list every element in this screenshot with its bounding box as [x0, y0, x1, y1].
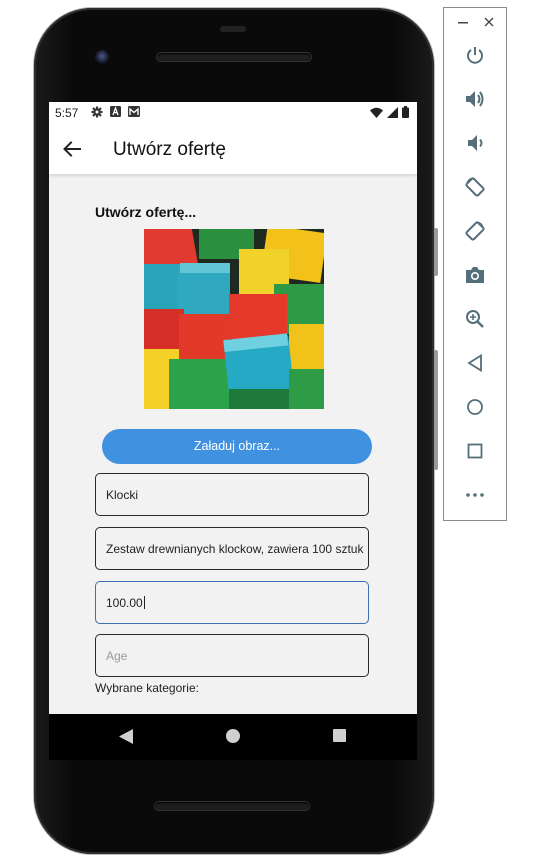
title-field[interactable]: Klocki — [95, 473, 369, 516]
volume-down-icon[interactable] — [463, 131, 487, 155]
minimize-icon[interactable] — [458, 22, 468, 24]
back-icon[interactable] — [463, 351, 487, 375]
app-bar: Utwórz ofertę — [49, 124, 417, 174]
home-nav-icon[interactable] — [226, 729, 240, 743]
earpiece-slot — [220, 26, 246, 32]
home-icon[interactable] — [463, 395, 487, 419]
load-image-button[interactable]: Załaduj obraz... — [102, 429, 372, 464]
bottom-speaker — [155, 802, 309, 810]
more-icon[interactable] — [463, 483, 487, 507]
signal-icon — [387, 106, 398, 118]
top-speaker — [157, 53, 311, 61]
back-nav-icon[interactable] — [119, 729, 133, 744]
age-placeholder: Age — [106, 649, 128, 663]
status-bar: 5:57 — [49, 102, 417, 124]
page-title: Utwórz ofertę — [113, 139, 226, 160]
price-field[interactable]: 100.00 — [95, 581, 369, 624]
back-arrow-icon[interactable] — [61, 138, 83, 160]
emulator-toolbar — [443, 7, 507, 521]
battery-icon — [402, 106, 409, 118]
price-value: 100.00 — [106, 596, 145, 610]
settings-icon — [91, 106, 103, 118]
volume-side-button — [434, 350, 438, 470]
description-field[interactable]: Zestaw drewnianych klockow, zawiera 100 … — [95, 527, 369, 570]
text-cursor — [143, 596, 145, 609]
overview-icon[interactable] — [463, 439, 487, 463]
rotate-right-icon[interactable] — [463, 219, 487, 243]
power-icon[interactable] — [463, 43, 487, 67]
zoom-icon[interactable] — [463, 307, 487, 331]
close-icon[interactable] — [484, 17, 494, 27]
title-value: Klocki — [106, 488, 139, 502]
volume-up-icon[interactable] — [463, 87, 487, 111]
status-time: 5:57 — [55, 106, 79, 120]
form-heading: Utwórz ofertę... — [95, 204, 197, 220]
description-value: Zestaw drewnianych klockow, zawiera 100 … — [106, 542, 364, 556]
offer-image — [144, 229, 324, 409]
a-notification-icon — [110, 106, 121, 117]
rotate-left-icon[interactable] — [463, 175, 487, 199]
camera-icon[interactable] — [463, 263, 487, 287]
front-camera — [95, 50, 109, 64]
navigation-bar — [49, 714, 417, 760]
recents-nav-icon[interactable] — [333, 729, 346, 742]
categories-label: Wybrane kategorie: — [95, 681, 199, 695]
wifi-icon — [370, 107, 383, 118]
age-field[interactable]: Age — [95, 634, 369, 677]
power-side-button — [434, 228, 438, 276]
device-screen: 5:57 Utwórz ofertę Utwórz ofertę... Zała… — [49, 102, 417, 714]
gmail-icon — [128, 106, 140, 117]
